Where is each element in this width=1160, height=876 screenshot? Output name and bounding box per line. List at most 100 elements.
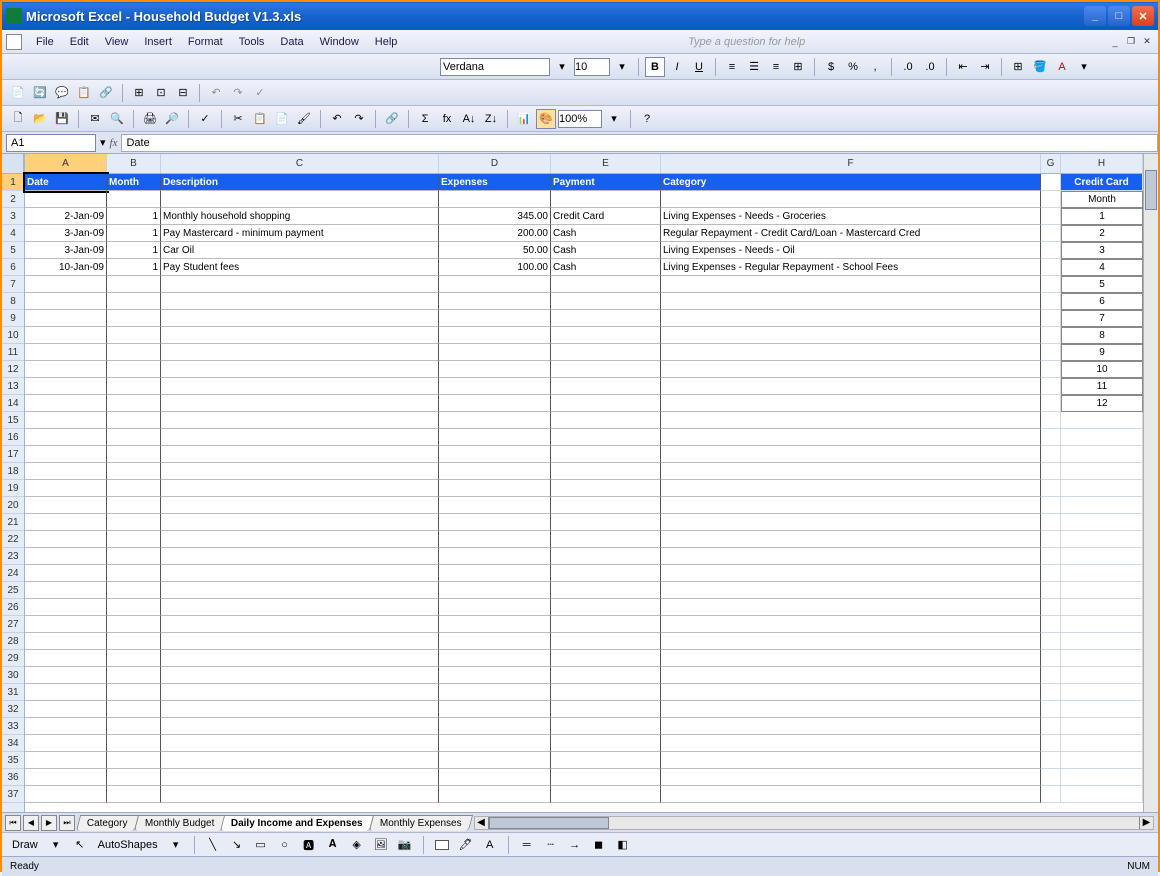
hyperlink-button[interactable]: 🔗	[382, 109, 402, 129]
size-dropdown-icon[interactable]: ▾	[612, 57, 632, 77]
menu-insert[interactable]: Insert	[136, 34, 180, 50]
cell-D10[interactable]	[439, 327, 551, 344]
row-header-3[interactable]: 3	[2, 208, 24, 225]
cell-B4[interactable]: 1	[107, 225, 161, 242]
toolbar-icon-5[interactable]: 🔗	[96, 83, 116, 103]
cell-E33[interactable]	[551, 718, 661, 735]
cell-E34[interactable]	[551, 735, 661, 752]
cell-H21[interactable]	[1061, 514, 1143, 531]
row-header-14[interactable]: 14	[2, 395, 24, 412]
cell-F6[interactable]: Living Expenses - Regular Repayment - Sc…	[661, 259, 1041, 276]
cell-H2[interactable]: Month	[1061, 191, 1143, 208]
cut-button[interactable]: ✂	[228, 109, 248, 129]
cell-D14[interactable]	[439, 395, 551, 412]
cell-A3[interactable]: 2-Jan-09	[25, 208, 107, 225]
cell-C4[interactable]: Pay Mastercard - minimum payment	[161, 225, 439, 242]
cell-B30[interactable]	[107, 667, 161, 684]
font-size-selector[interactable]	[574, 58, 610, 76]
cell-F16[interactable]	[661, 429, 1041, 446]
cell-B10[interactable]	[107, 327, 161, 344]
toolbar-icon-2[interactable]: 🔄	[30, 83, 50, 103]
drawing-button[interactable]: 🎨	[536, 109, 556, 129]
column-header-H[interactable]: H	[1061, 154, 1143, 173]
row-header-20[interactable]: 20	[2, 497, 24, 514]
row-header-5[interactable]: 5	[2, 242, 24, 259]
cell-G26[interactable]	[1041, 599, 1061, 616]
row-header-24[interactable]: 24	[2, 565, 24, 582]
bold-button[interactable]: B	[645, 57, 665, 77]
row-header-13[interactable]: 13	[2, 378, 24, 395]
cell-B6[interactable]: 1	[107, 259, 161, 276]
autoshapes-dropdown-icon[interactable]: ▾	[166, 835, 186, 855]
line-tool[interactable]: ╲	[203, 835, 223, 855]
cell-H18[interactable]	[1061, 463, 1143, 480]
cell-F1[interactable]: Category	[661, 174, 1041, 191]
cell-E14[interactable]	[551, 395, 661, 412]
cell-E29[interactable]	[551, 650, 661, 667]
cell-B25[interactable]	[107, 582, 161, 599]
clipart-tool[interactable]: 🖼	[371, 835, 391, 855]
cell-G25[interactable]	[1041, 582, 1061, 599]
cell-H10[interactable]: 8	[1061, 327, 1143, 344]
comma-button[interactable]: ,	[865, 57, 885, 77]
cell-A7[interactable]	[25, 276, 107, 293]
cell-D18[interactable]	[439, 463, 551, 480]
cell-C10[interactable]	[161, 327, 439, 344]
sort-asc-button[interactable]: A↓	[459, 109, 479, 129]
help-button[interactable]: ?	[637, 109, 657, 129]
cell-C2[interactable]	[161, 191, 439, 208]
cell-D27[interactable]	[439, 616, 551, 633]
cell-H26[interactable]	[1061, 599, 1143, 616]
cell-B29[interactable]	[107, 650, 161, 667]
horizontal-scrollbar[interactable]: ◀ ▶	[474, 816, 1154, 830]
cell-D25[interactable]	[439, 582, 551, 599]
cell-G24[interactable]	[1041, 565, 1061, 582]
format-painter-button[interactable]: 🖌	[294, 109, 314, 129]
cell-F29[interactable]	[661, 650, 1041, 667]
cell-G19[interactable]	[1041, 480, 1061, 497]
cell-G4[interactable]	[1041, 225, 1061, 242]
column-header-B[interactable]: B	[107, 154, 161, 173]
cell-B35[interactable]	[107, 752, 161, 769]
row-header-19[interactable]: 19	[2, 480, 24, 497]
row-header-16[interactable]: 16	[2, 429, 24, 446]
cell-H30[interactable]	[1061, 667, 1143, 684]
fill-color-draw[interactable]	[432, 835, 452, 855]
cell-H4[interactable]: 2	[1061, 225, 1143, 242]
cell-H37[interactable]	[1061, 786, 1143, 803]
cell-D5[interactable]: 50.00	[439, 242, 551, 259]
line-style-button[interactable]: ═	[517, 835, 537, 855]
cell-C9[interactable]	[161, 310, 439, 327]
cell-H32[interactable]	[1061, 701, 1143, 718]
cell-B2[interactable]	[107, 191, 161, 208]
cell-B31[interactable]	[107, 684, 161, 701]
cell-B24[interactable]	[107, 565, 161, 582]
cell-D6[interactable]: 100.00	[439, 259, 551, 276]
cell-E1[interactable]: Payment	[551, 174, 661, 191]
cell-G23[interactable]	[1041, 548, 1061, 565]
fill-color-button[interactable]: 🪣	[1030, 57, 1050, 77]
cell-H24[interactable]	[1061, 565, 1143, 582]
cell-G1[interactable]	[1041, 174, 1061, 191]
percent-button[interactable]: %	[843, 57, 863, 77]
cell-E4[interactable]: Cash	[551, 225, 661, 242]
cell-E22[interactable]	[551, 531, 661, 548]
cell-A18[interactable]	[25, 463, 107, 480]
cell-B19[interactable]	[107, 480, 161, 497]
cell-A35[interactable]	[25, 752, 107, 769]
help-search-prompt[interactable]: Type a question for help	[688, 36, 825, 48]
decrease-decimal-button[interactable]: .0	[920, 57, 940, 77]
cell-D24[interactable]	[439, 565, 551, 582]
row-header-29[interactable]: 29	[2, 650, 24, 667]
open-button[interactable]: 📂	[30, 109, 50, 129]
search-button[interactable]: 🔍	[107, 109, 127, 129]
cell-C11[interactable]	[161, 344, 439, 361]
tab-nav-prev[interactable]: ◀	[23, 815, 39, 831]
cell-B13[interactable]	[107, 378, 161, 395]
cell-A17[interactable]	[25, 446, 107, 463]
close-button[interactable]: ✕	[1132, 6, 1154, 26]
select-all-corner[interactable]	[2, 154, 24, 174]
cell-F11[interactable]	[661, 344, 1041, 361]
cell-A10[interactable]	[25, 327, 107, 344]
row-header-35[interactable]: 35	[2, 752, 24, 769]
